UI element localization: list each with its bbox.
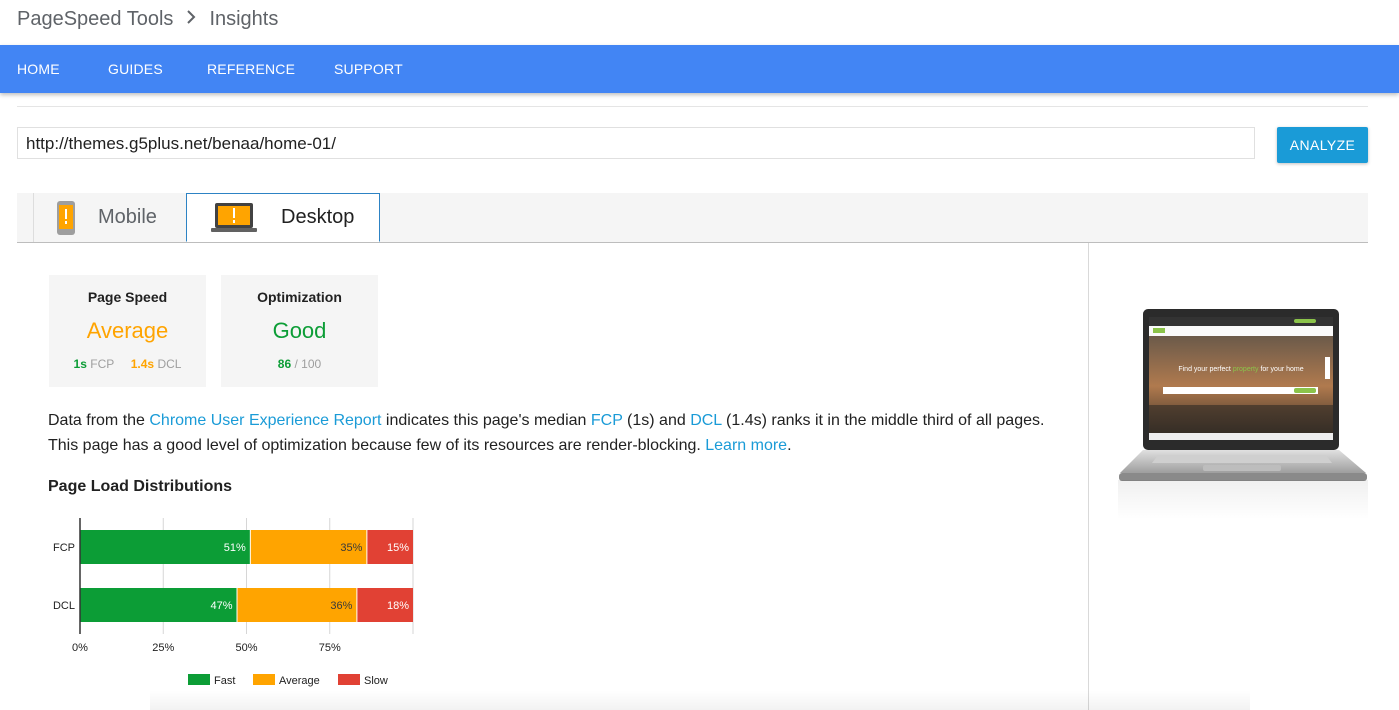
data-label: 35% [340,542,362,554]
tab-desktop[interactable]: Desktop [186,193,380,242]
distribution-chart: 51% 35% 15% FCP 47% 36% 18% DCL 0% 25% 50% 75% Fast A… [53,518,414,687]
mobile-warning-icon [56,200,76,236]
section-title: Page Load Distributions [48,478,233,495]
learn-more-link[interactable]: Learn more [705,437,787,454]
data-label: 47% [210,600,232,612]
breadcrumb-current: Insights [209,8,279,30]
data-label: 36% [330,600,352,612]
preview-hero-text: Find your perfect property for your home [1178,366,1303,373]
legend-label-slow: Slow [364,675,388,687]
tick-label: 25% [152,642,174,654]
legend-label-average: Average [279,675,320,687]
summary-text: Data from the Chrome User Experience Rep… [48,412,1045,454]
crux-link[interactable]: Chrome User Experience Report [149,412,381,429]
page-speed-rating: Average [86,318,169,343]
page-load-chart: 51% 35% 15% FCP 47% 36% 18% DCL 0% 25% 50% 75% Fast A… [40,512,440,697]
legend-swatch-fast [188,674,210,685]
optimization-title: Optimization [257,289,342,305]
footer-shadow [150,690,1250,710]
tick-label: 75% [319,642,341,654]
nav-home[interactable]: HOME [17,61,60,77]
score-value: 86 [277,357,292,371]
analyze-button[interactable]: ANALYZE [1277,127,1368,163]
score-suffix: / 100 [294,357,322,371]
device-tabs: Mobile Desktop [17,193,1368,243]
fcp-value: 1s [73,357,87,371]
page-speed-title: Page Speed [87,289,168,305]
breadcrumb-root[interactable]: PageSpeed Tools [17,8,173,31]
category-label: DCL [53,600,75,612]
optimization-card: Optimization Good 86 / 100 [221,275,378,387]
url-input[interactable]: http://themes.g5plus.net/benaa/home-01/ [17,127,1255,159]
tab-mobile[interactable]: Mobile [33,193,187,242]
category-label: FCP [53,542,75,554]
nav-support[interactable]: SUPPORT [334,61,403,77]
nav-reference[interactable]: REFERENCE [207,61,295,77]
page-speed-metrics: 1s FCP 1.4s DCL [49,357,206,371]
legend-swatch-slow [338,674,360,685]
tab-desktop-label: Desktop [281,206,355,228]
tab-mobile-label: Mobile [98,206,157,228]
desktop-warning-icon [211,201,257,235]
dcl-label: DCL [157,357,182,371]
preview-shadow [1118,480,1368,520]
data-label: 15% [387,542,409,554]
tick-label: 0% [72,642,88,654]
breadcrumb: PageSpeed Tools Insights [17,8,278,31]
fcp-label: FCP [90,357,115,371]
laptop-preview-image: Find your perfect property for your home [1119,309,1367,481]
nav-guides[interactable]: GUIDES [108,61,163,77]
chevron-right-icon [185,8,197,31]
dcl-link[interactable]: DCL [690,412,721,429]
fcp-link[interactable]: FCP [591,412,623,429]
optimization-score: 86 / 100 [221,357,378,371]
divider [17,106,1368,107]
dcl-value: 1.4s [130,357,155,371]
top-nav: HOME GUIDES REFERENCE SUPPORT [0,45,1399,93]
legend-label-fast: Fast [214,675,235,687]
site-preview: Find your perfect property for your home [1118,305,1368,490]
optimization-rating: Good [272,318,327,343]
column-divider [1088,243,1089,710]
data-label: 18% [387,600,409,612]
data-label: 51% [224,542,246,554]
legend-swatch-average [253,674,275,685]
page-speed-card: Page Speed Average 1s FCP 1.4s DCL [49,275,206,387]
tick-label: 50% [235,642,257,654]
